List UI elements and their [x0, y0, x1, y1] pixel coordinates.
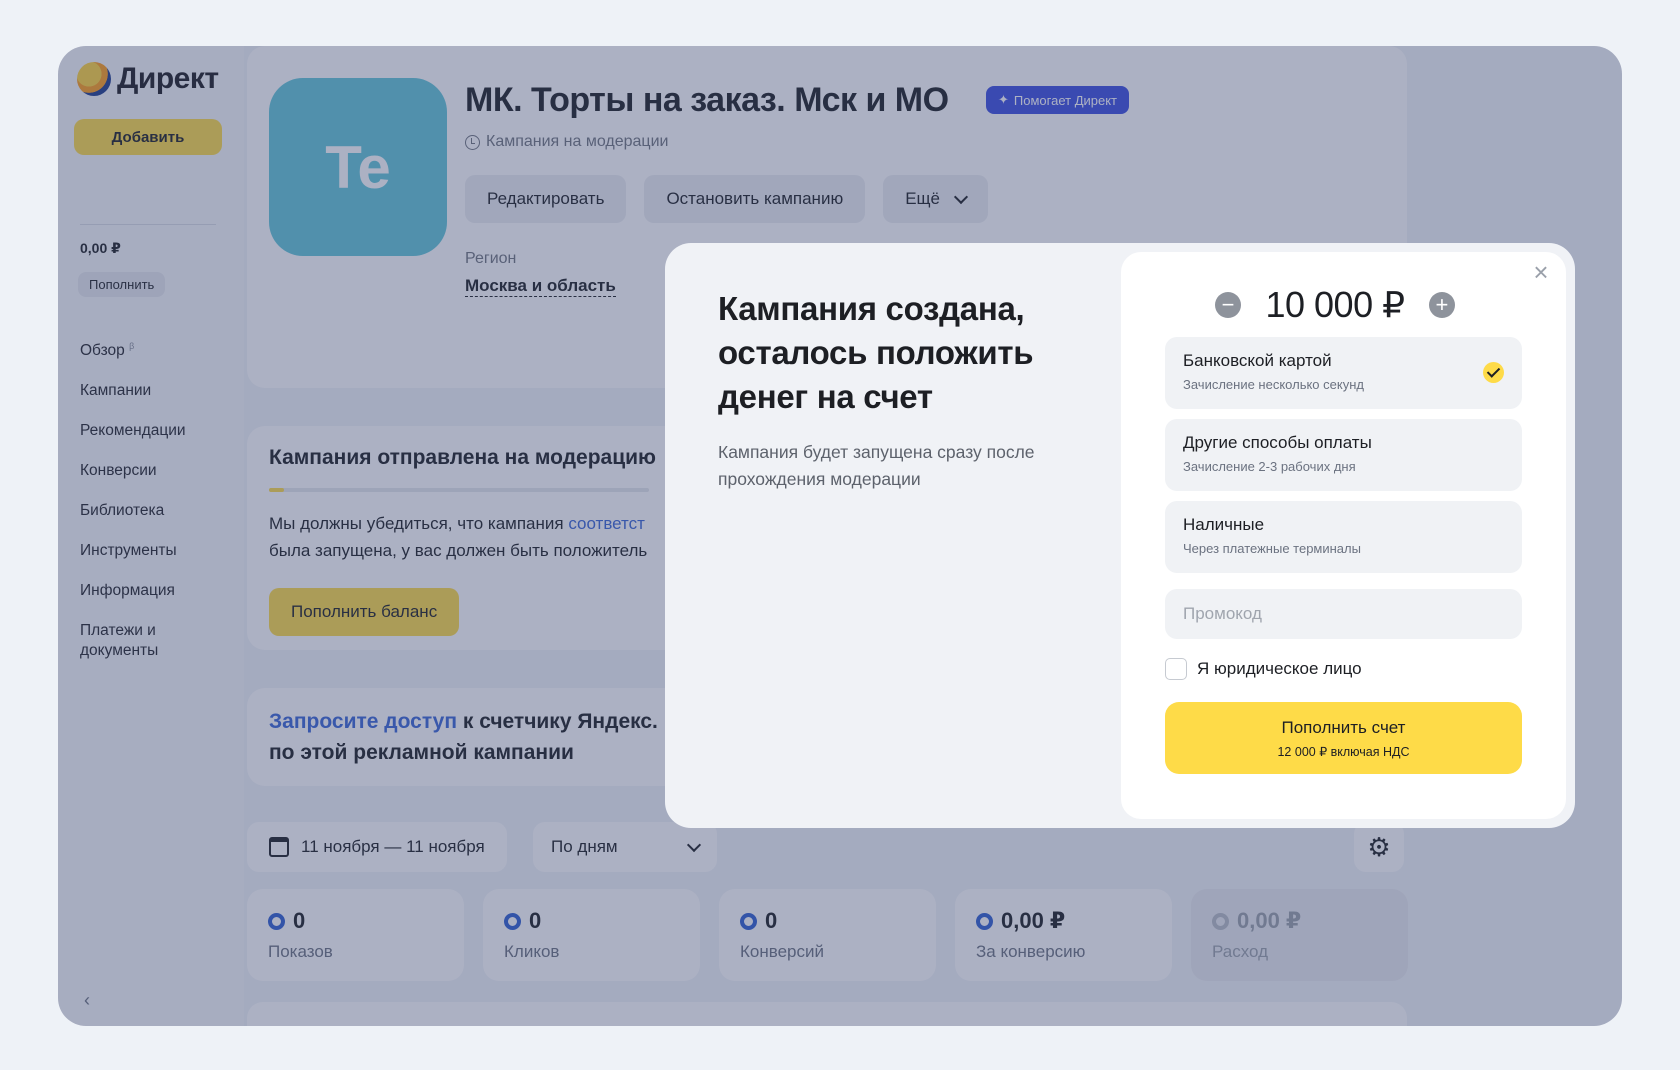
payment-option-title: Наличные [1183, 515, 1265, 534]
legal-entity-label: Я юридическое лицо [1197, 659, 1362, 678]
checkbox-box[interactable] [1165, 658, 1187, 680]
payment-option-cash[interactable]: Наличные Через платежные терминалы [1165, 501, 1522, 573]
modal-description: Кампания будет запущена сразу после прох… [718, 442, 1035, 489]
close-icon[interactable]: × [1526, 257, 1556, 287]
payment-option-card[interactable]: Банковской картой Зачисление несколько с… [1165, 337, 1522, 409]
amount-stepper: − 10 000 ₽ + [1215, 280, 1455, 330]
payment-modal: Кампания создана, осталось положить дене… [665, 243, 1575, 828]
payment-option-other[interactable]: Другие способы оплаты Зачисление 2-3 раб… [1165, 419, 1522, 491]
minus-icon[interactable]: − [1215, 292, 1241, 318]
topup-account-button[interactable]: Пополнить счет 12 000 ₽ включая НДС [1165, 702, 1522, 774]
payment-option-title: Банковской картой [1183, 351, 1332, 370]
check-icon [1483, 362, 1504, 383]
payment-panel: × − 10 000 ₽ + Банковской картой Зачисле… [1121, 252, 1566, 819]
payment-option-title: Другие способы оплаты [1183, 433, 1372, 452]
promo-code-input[interactable] [1165, 589, 1522, 639]
topup-account-sublabel: 12 000 ₽ включая НДС [1277, 744, 1410, 759]
plus-icon[interactable]: + [1428, 292, 1455, 318]
legal-entity-checkbox[interactable]: Я юридическое лицо [1165, 658, 1362, 680]
topup-account-label: Пополнить счет [1281, 717, 1406, 737]
modal-title: Кампания создана, осталось положить дене… [718, 290, 1034, 415]
payment-option-subtitle: Зачисление 2-3 рабочих дня [1183, 459, 1356, 474]
payment-option-subtitle: Зачисление несколько секунд [1183, 377, 1364, 392]
amount-value[interactable]: 10 000 ₽ [1265, 284, 1405, 326]
payment-option-subtitle: Через платежные терминалы [1183, 541, 1361, 556]
app-window: Директ Добавить 0,00 ₽ Пополнить Обзор β… [58, 46, 1622, 1026]
